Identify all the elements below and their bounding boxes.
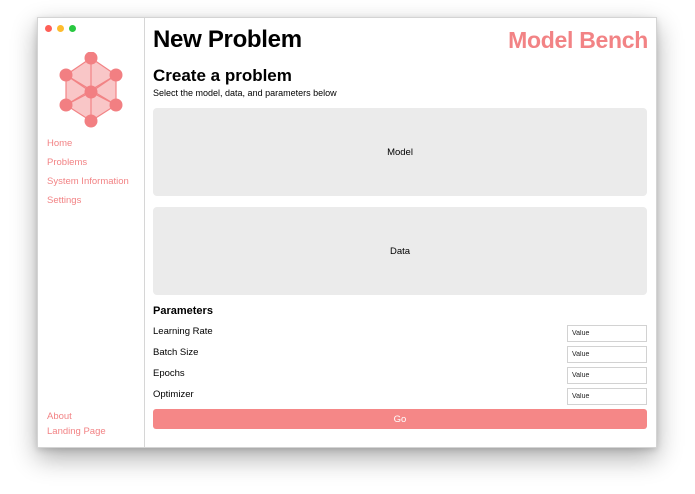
batch-size-input[interactable] [567, 346, 647, 363]
main-content: New Problem Model Bench Create a problem… [145, 18, 656, 447]
sidebar-item-landing-page[interactable]: Landing Page [47, 425, 106, 439]
param-label: Optimizer [153, 389, 194, 400]
sidebar-item-problems[interactable]: Problems [47, 156, 129, 170]
model-selector[interactable]: Model [153, 108, 647, 196]
data-selector-label: Data [389, 245, 411, 257]
app-window: Home Problems System Information Setting… [37, 17, 657, 448]
minimize-window-button[interactable] [57, 25, 64, 32]
window-controls [45, 25, 76, 32]
sidebar-nav: Home Problems System Information Setting… [47, 137, 129, 208]
page-title: New Problem [153, 26, 302, 53]
learning-rate-input[interactable] [567, 325, 647, 342]
param-row-batch-size: Batch Size [153, 346, 647, 364]
zoom-window-button[interactable] [69, 25, 76, 32]
sidebar-item-settings[interactable]: Settings [47, 194, 129, 208]
sidebar: Home Problems System Information Setting… [38, 18, 145, 447]
screen: Home Problems System Information Setting… [0, 0, 695, 494]
param-row-learning-rate: Learning Rate [153, 325, 647, 343]
brand-title: Model Bench [508, 27, 648, 53]
param-label: Epochs [153, 368, 185, 379]
sidebar-item-about[interactable]: About [47, 410, 106, 424]
go-button[interactable]: Go [153, 409, 647, 429]
param-row-optimizer: Optimizer [153, 388, 647, 406]
sidebar-item-home[interactable]: Home [47, 137, 129, 151]
parameters-title: Parameters [153, 305, 213, 317]
sidebar-footer-nav: About Landing Page [47, 410, 106, 439]
close-window-button[interactable] [45, 25, 52, 32]
model-selector-label: Model [387, 146, 413, 158]
section-subtitle: Select the model, data, and parameters b… [153, 88, 337, 98]
param-label: Learning Rate [153, 326, 213, 337]
sidebar-item-system-information[interactable]: System Information [47, 175, 129, 189]
section-title: Create a problem [153, 66, 292, 85]
neural-network-logo-icon [55, 51, 127, 133]
optimizer-input[interactable] [567, 388, 647, 405]
epochs-input[interactable] [567, 367, 647, 384]
param-row-epochs: Epochs [153, 367, 647, 385]
data-selector[interactable]: Data [153, 207, 647, 295]
param-label: Batch Size [153, 347, 199, 358]
